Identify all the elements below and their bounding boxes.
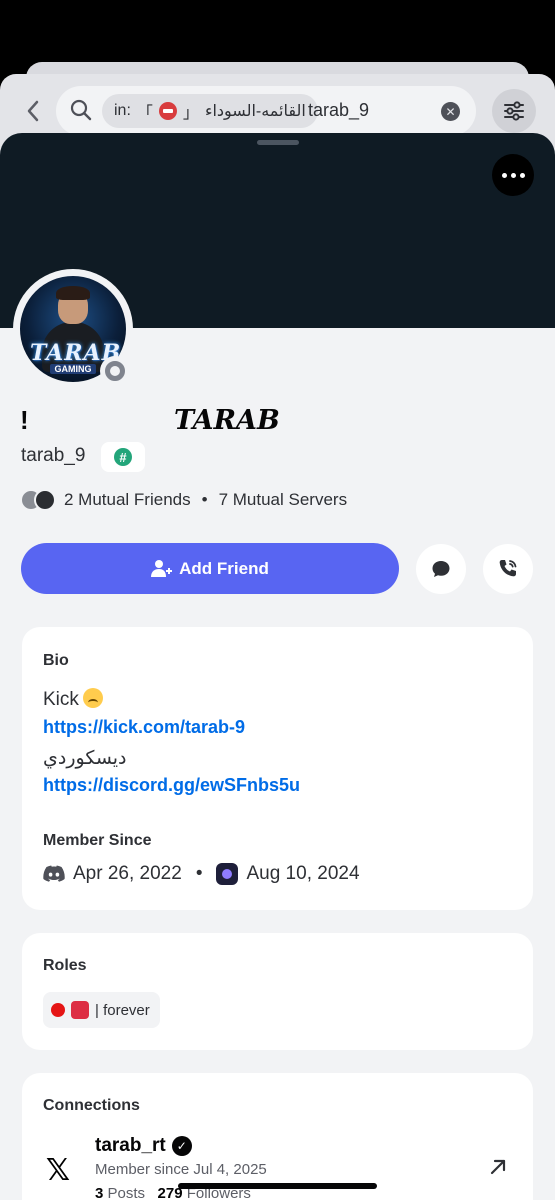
connection-username: tarab_rt xyxy=(95,1135,166,1156)
filter-button[interactable] xyxy=(492,89,536,133)
mutuals-row[interactable]: 2 Mutual Friends • 7 Mutual Servers xyxy=(20,488,347,512)
profile-sheet: TARAB GAMING ! TARAB tarab_9 # 2 Mutual … xyxy=(0,133,555,1200)
verified-badge-icon: ✓ xyxy=(171,1136,192,1156)
add-user-icon xyxy=(151,559,173,577)
profile-avatar[interactable]: TARAB GAMING xyxy=(13,269,133,389)
add-friend-label: Add Friend xyxy=(179,558,269,578)
phone-call-icon xyxy=(499,560,517,577)
home-indicator xyxy=(178,1183,377,1189)
display-name-prefix: ! xyxy=(20,405,29,435)
discord-logo-icon xyxy=(43,865,65,882)
scope-open-bracket: 「 xyxy=(136,105,153,122)
discord-invite-link[interactable]: https://discord.gg/ewSFnbs5u xyxy=(43,775,300,796)
bio-kick-text: Kick xyxy=(43,689,79,710)
bio-card: Bio Kick https://kick.com/tarab-9 ديسكور… xyxy=(22,627,533,910)
avatar-logo-subtext: GAMING xyxy=(50,364,96,374)
scope-close-bracket: 」 xyxy=(182,105,199,122)
add-friend-button[interactable]: Add Friend xyxy=(21,543,399,594)
bio-title: Bio xyxy=(43,652,69,669)
message-button[interactable] xyxy=(416,544,466,594)
display-name-text: TARAB xyxy=(174,405,280,436)
offline-status-icon xyxy=(100,356,130,386)
mutual-friends-link[interactable]: 2 Mutual Friends xyxy=(64,490,191,510)
posts-count: 3 xyxy=(95,1185,104,1200)
connections-title: Connections xyxy=(43,1097,140,1114)
connections-card: Connections 𝕏 tarab_rt ✓ Member since Ju… xyxy=(22,1073,533,1200)
clear-search-icon[interactable]: ✕ xyxy=(441,102,460,121)
mutual-servers-link[interactable]: 7 Mutual Servers xyxy=(219,490,348,510)
chat-bubble-icon xyxy=(432,561,450,577)
upside-down-face-emoji-icon xyxy=(82,688,103,708)
roles-title: Roles xyxy=(43,957,87,974)
hashtag-icon: # xyxy=(114,448,132,466)
server-join-date: Aug 10, 2024 xyxy=(246,863,360,884)
kick-link[interactable]: https://kick.com/tarab-9 xyxy=(43,717,245,738)
connection-account[interactable]: tarab_rt ✓ xyxy=(95,1135,192,1157)
search-query[interactable]: tarab_9 xyxy=(308,100,369,121)
scope-prefix: in: xyxy=(114,102,131,119)
more-options-button[interactable] xyxy=(492,154,534,196)
separator: • xyxy=(201,490,208,509)
back-button[interactable] xyxy=(18,96,48,126)
server-icon xyxy=(216,863,239,885)
member-since-title: Member Since xyxy=(43,832,152,849)
search-bar[interactable]: in: 「 」 القائمه-السوداء tarab_9 ✕ xyxy=(56,86,476,136)
bio-text-line-1: Kick xyxy=(43,688,103,711)
chevron-left-icon xyxy=(27,100,39,122)
role-name: | forever xyxy=(95,1001,150,1019)
x-logo-icon: 𝕏 xyxy=(45,1154,71,1187)
discord-join-date: Apr 26, 2022 xyxy=(73,863,182,884)
role-color-dot-icon xyxy=(51,1003,65,1017)
sliders-icon xyxy=(504,101,524,121)
username[interactable]: tarab_9 xyxy=(21,445,85,467)
member-since-row: Apr 26, 2022 • Aug 10, 2024 xyxy=(43,863,360,885)
roles-card: Roles | forever xyxy=(22,933,533,1050)
bio-text-line-2: ديسكوردي xyxy=(43,748,127,769)
search-scope-chip[interactable]: in: 「 」 القائمه-السوداء xyxy=(102,94,318,128)
connection-member-since: Member since Jul 4, 2025 xyxy=(95,1161,267,1178)
role-chip[interactable]: | forever xyxy=(43,992,160,1028)
sheet-grabber[interactable] xyxy=(257,140,299,145)
no-entry-icon xyxy=(158,102,177,120)
search-icon xyxy=(70,99,92,121)
mutual-avatars xyxy=(20,489,60,511)
scope-channel-name: القائمه-السوداء xyxy=(204,103,306,120)
posts-label: Posts xyxy=(107,1185,146,1200)
external-link-arrow-icon[interactable] xyxy=(488,1157,508,1177)
stop-sign-emoji-icon xyxy=(71,1001,89,1019)
call-button[interactable] xyxy=(483,544,533,594)
separator: • xyxy=(195,863,203,884)
server-tag-badge[interactable]: # xyxy=(101,442,145,472)
